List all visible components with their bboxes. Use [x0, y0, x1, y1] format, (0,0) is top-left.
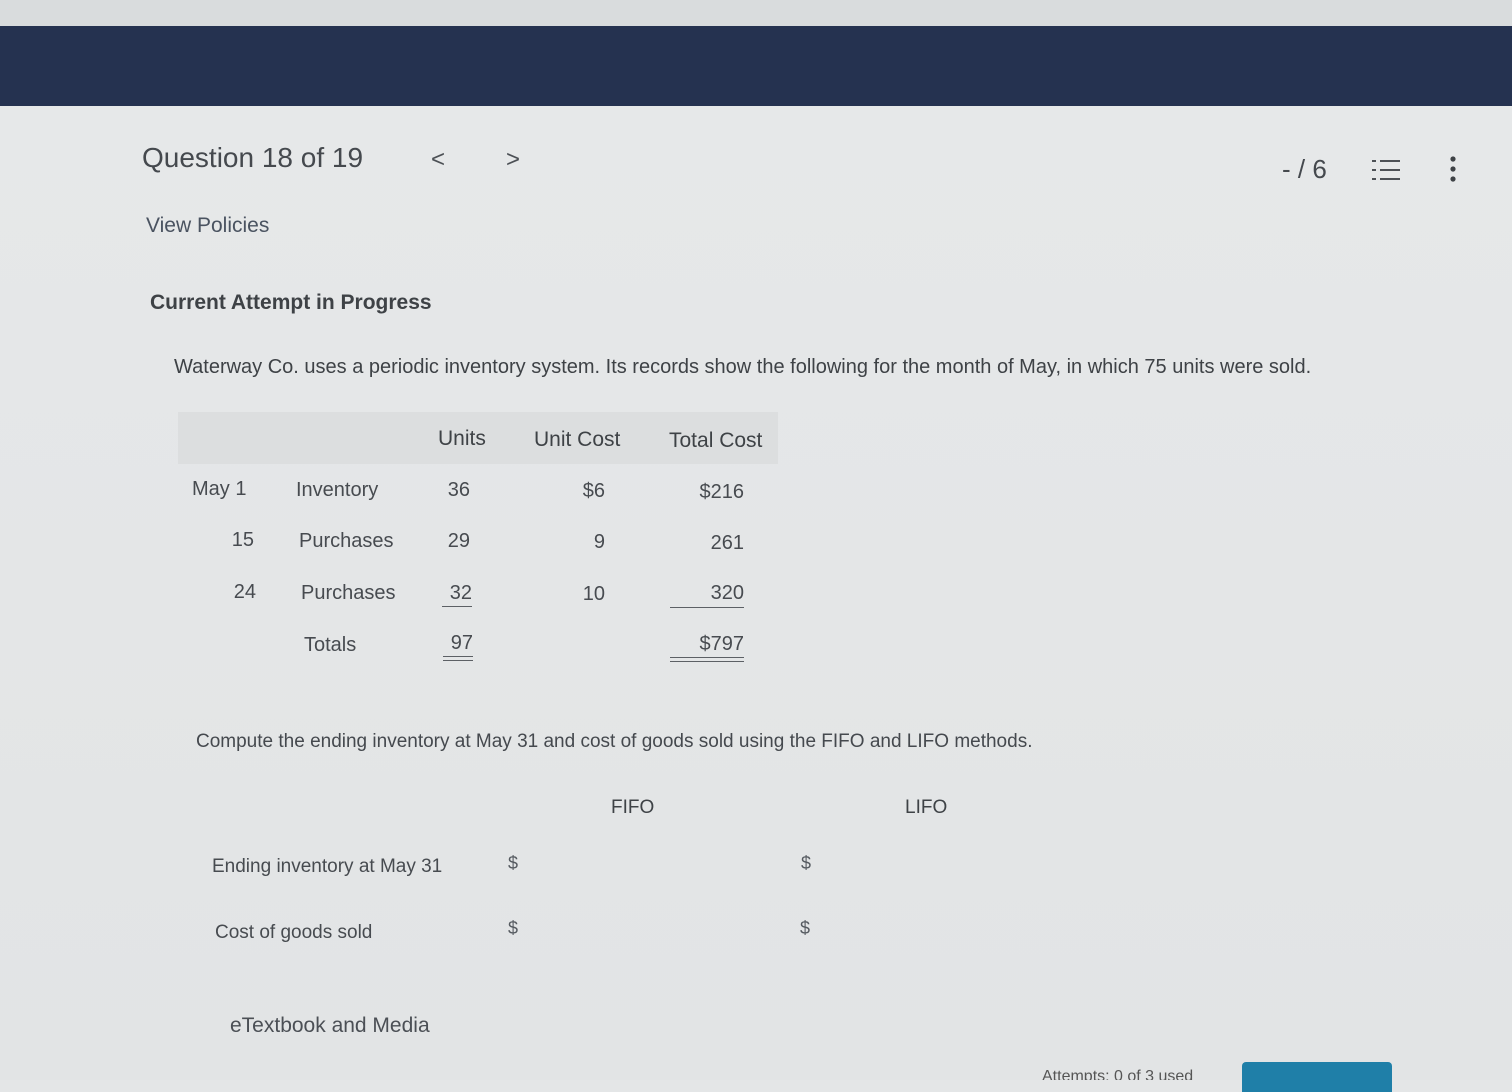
- row-total-cost: $216: [699, 481, 745, 503]
- problem-statement: Waterway Co. uses a periodic inventory s…: [174, 356, 1312, 378]
- instruction-text: Compute the ending inventory at May 31 a…: [196, 731, 1033, 752]
- browser-top-strip: [0, 0, 1512, 28]
- total-double-underline: [670, 657, 744, 658]
- prev-question-button[interactable]: <: [431, 146, 445, 174]
- column-header-fifo: FIFO: [611, 797, 655, 818]
- ending-inventory-label: Ending inventory at May 31: [212, 856, 443, 877]
- row-unit-cost: $6: [582, 480, 605, 502]
- totals-units: 97: [450, 632, 473, 654]
- question-score: - / 6: [1282, 154, 1327, 184]
- fifo-cogs-input[interactable]: [524, 911, 754, 945]
- question-counter: Question 18 of 19: [142, 142, 364, 173]
- row-total-cost: 261: [710, 532, 744, 554]
- row-date: 24: [233, 581, 256, 603]
- row-description: Purchases: [299, 530, 394, 552]
- view-policies-link[interactable]: View Policies: [146, 214, 269, 238]
- etextbook-media-link[interactable]: eTextbook and Media: [230, 1014, 430, 1038]
- attempts-counter: Attempts: 0 of 3 used: [1042, 1068, 1194, 1080]
- row-units: 32: [449, 582, 472, 604]
- currency-symbol: $: [508, 918, 519, 938]
- row-unit-cost: 10: [582, 583, 605, 605]
- row-date: 15: [231, 529, 254, 551]
- row-description: Inventory: [296, 479, 379, 501]
- units-double-underline: [443, 660, 473, 661]
- more-vertical-icon[interactable]: [1446, 154, 1460, 191]
- header-total-cost: Total Cost: [669, 429, 763, 452]
- cogs-label: Cost of goods sold: [215, 922, 373, 943]
- total-underline: [670, 607, 744, 608]
- column-header-lifo: LIFO: [905, 797, 948, 818]
- currency-symbol: $: [800, 918, 811, 938]
- row-unit-cost: 9: [593, 531, 605, 553]
- next-question-button[interactable]: >: [506, 146, 520, 174]
- totals-label: Totals: [304, 634, 357, 656]
- attempt-status: Current Attempt in Progress: [150, 291, 432, 314]
- fifo-ending-inventory-input[interactable]: [524, 846, 754, 880]
- row-date: May 1: [192, 478, 247, 500]
- units-underline: [442, 606, 472, 607]
- totals-total-cost: $797: [699, 633, 745, 655]
- lifo-ending-inventory-input[interactable]: [817, 846, 1047, 880]
- row-units: 36: [447, 479, 470, 501]
- list-icon[interactable]: [1370, 156, 1402, 189]
- lifo-cogs-input[interactable]: [816, 911, 1046, 945]
- total-double-underline: [670, 661, 744, 662]
- header-units: Units: [438, 427, 486, 450]
- app-banner: [0, 26, 1512, 106]
- units-double-underline: [443, 656, 473, 657]
- currency-symbol: $: [508, 853, 519, 873]
- row-units: 29: [447, 530, 470, 552]
- header-unit-cost: Unit Cost: [534, 428, 621, 451]
- row-description: Purchases: [301, 582, 396, 604]
- submit-button[interactable]: [1242, 1062, 1392, 1092]
- currency-symbol: $: [801, 853, 812, 873]
- row-total-cost: 320: [710, 582, 744, 604]
